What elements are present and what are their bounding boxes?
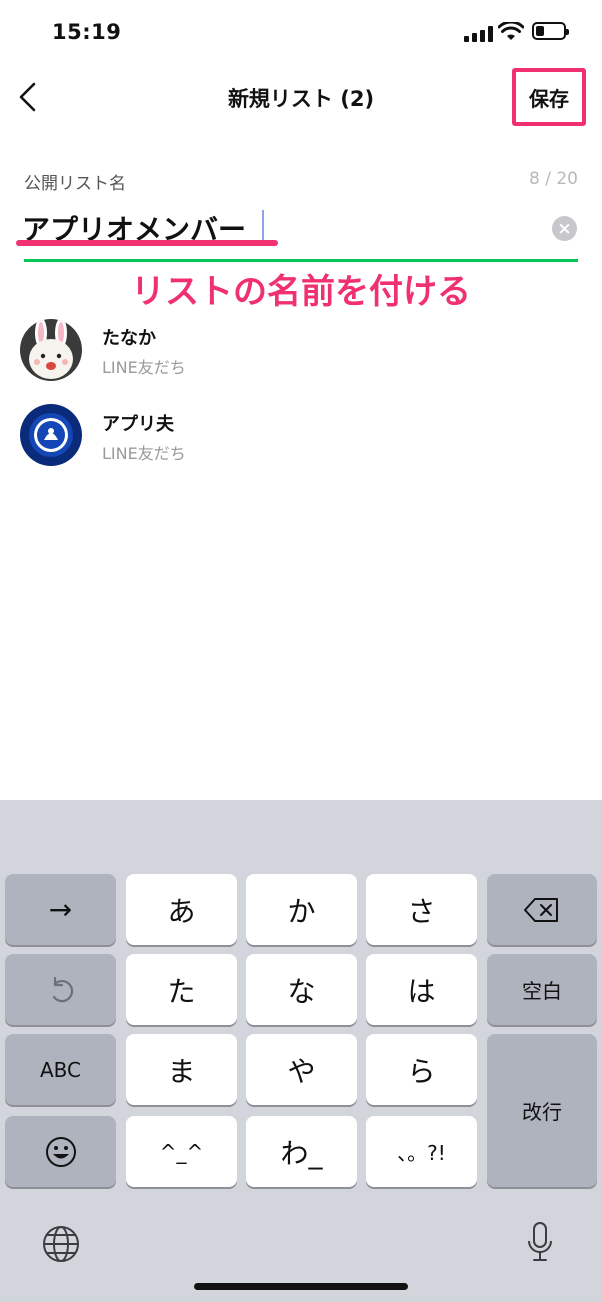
status-time: 15:19 xyxy=(52,20,122,44)
abc-key[interactable]: ABC xyxy=(5,1034,116,1105)
member-name: アプリ夫 xyxy=(102,414,174,435)
emoji-icon xyxy=(45,1136,76,1167)
kana-key[interactable]: や xyxy=(246,1034,357,1105)
text-cursor xyxy=(262,210,264,242)
member-name: たなか xyxy=(102,328,156,349)
microphone-icon[interactable] xyxy=(525,1221,555,1263)
list-name-label: 公開リスト名 xyxy=(24,174,126,194)
wifi-icon xyxy=(497,20,525,42)
highlight-underline xyxy=(16,240,278,246)
undo-icon xyxy=(52,976,73,1002)
globe-icon[interactable] xyxy=(42,1225,80,1263)
battery-icon xyxy=(532,22,569,40)
kaomoji-key[interactable]: ^_^ xyxy=(126,1116,237,1187)
undo-key[interactable] xyxy=(5,954,116,1025)
annotation-text: リストの名前を付ける xyxy=(131,272,471,312)
cellular-signal-icon xyxy=(464,26,494,42)
space-key[interactable]: 空白 xyxy=(487,954,597,1025)
delete-key[interactable] xyxy=(487,874,597,945)
return-key[interactable]: 改行 xyxy=(487,1034,597,1187)
char-counter: 8 / 20 xyxy=(529,169,578,189)
kana-key[interactable]: わ_ xyxy=(246,1116,357,1187)
input-underline xyxy=(24,259,578,262)
member-subtitle: LINE友だち xyxy=(102,444,186,463)
save-button[interactable]: 保存 xyxy=(512,68,586,126)
kana-key[interactable]: あ xyxy=(126,874,237,945)
kana-key[interactable]: ま xyxy=(126,1034,237,1105)
kana-key[interactable]: ら xyxy=(366,1034,477,1105)
kana-key[interactable]: か xyxy=(246,874,357,945)
next-candidate-key[interactable]: → xyxy=(5,874,116,945)
emoji-key[interactable] xyxy=(5,1116,116,1187)
kana-key[interactable]: た xyxy=(126,954,237,1025)
clear-input-icon[interactable]: × xyxy=(552,216,577,241)
member-subtitle: LINE友だち xyxy=(102,358,186,377)
home-indicator xyxy=(194,1283,408,1290)
avatar[interactable] xyxy=(20,319,82,381)
kana-key[interactable]: な xyxy=(246,954,357,1025)
avatar[interactable] xyxy=(20,404,82,466)
kana-key[interactable]: は xyxy=(366,954,477,1025)
delete-icon xyxy=(524,897,558,922)
punctuation-key[interactable]: 、。?! xyxy=(366,1116,477,1187)
kana-key[interactable]: さ xyxy=(366,874,477,945)
